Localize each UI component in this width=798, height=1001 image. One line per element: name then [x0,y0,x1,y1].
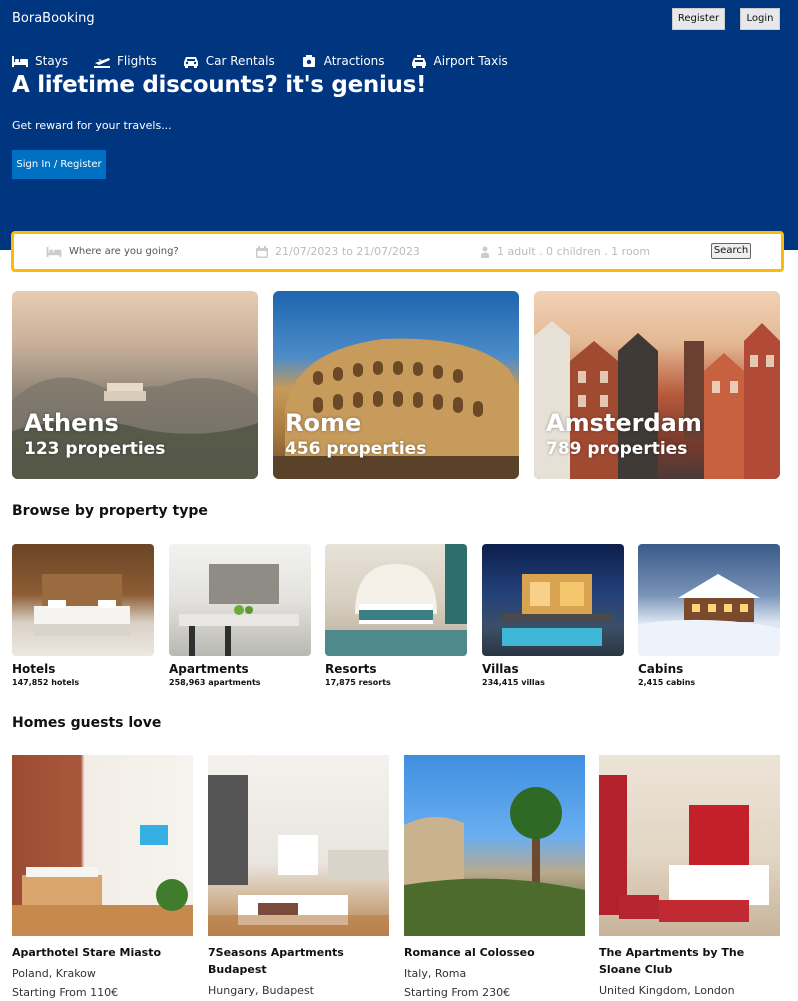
bed-icon [12,55,28,67]
city-properties: 789 properties [546,439,688,459]
main-nav: Stays Flights Car Rentals Atractions Air… [12,54,508,68]
section-title-property-types: Browse by property type [12,503,208,519]
city-caption: Amsterdam 789 properties [546,409,702,460]
property-type-cabins[interactable]: Cabins 2,415 cabins [638,544,780,687]
villas-photo [482,544,624,656]
property-type-count: 234,415 villas [482,678,545,687]
guests-selector[interactable]: 1 adult . 0 children . 1 room [480,234,650,269]
home-card[interactable]: Aparthotel Stare Miasto Poland, Krakow S… [12,755,193,999]
nav-label: Flights [117,54,157,68]
city-caption: Athens 123 properties [24,409,165,460]
plane-icon [94,57,111,68]
home-name: The Apartments by The Sloane Club [599,946,745,976]
taxi-icon [302,54,315,67]
site-logo[interactable]: BoraBooking [12,11,95,26]
property-type-count: 17,875 resorts [325,678,391,687]
property-type-hotels[interactable]: Hotels 147,852 hotels [12,544,154,687]
property-type-count: 258,963 apartments [169,678,261,687]
nav-label: Atractions [323,54,385,68]
home-photo [12,755,193,936]
home-photo [599,755,780,936]
property-type-name: Apartments [169,662,249,676]
property-type-name: Cabins [638,662,684,676]
hero-title: A lifetime discounts? it's genius! [12,72,427,98]
home-price: Starting From 110€ [12,986,119,999]
home-location: United Kingdom, London [599,984,735,997]
property-type-name: Resorts [325,662,377,676]
city-name: Athens [24,409,119,437]
property-type-resorts[interactable]: Resorts 17,875 resorts [325,544,467,687]
home-card[interactable]: Romance al Colosseo Italy, Roma Starting… [404,755,585,999]
nav-item-stays[interactable]: Stays [12,54,68,68]
city-name: Amsterdam [546,409,702,437]
city-name: Rome [285,409,362,437]
home-location: Hungary, Budapest [208,984,314,997]
home-name: 7Seasons Apartments Budapest [208,946,344,976]
city-caption: Rome 456 properties [285,409,426,460]
nav-label: Stays [35,54,69,68]
hotels-photo [12,544,154,656]
home-name: Aparthotel Stare Miasto [12,946,162,959]
nav-item-airport-taxis[interactable]: Airport Taxis [411,54,508,68]
cabins-photo [638,544,780,656]
guests-summary: 1 adult . 0 children . 1 room [497,245,651,258]
person-icon [481,246,489,258]
bed-icon [46,246,62,257]
sign-in-register-button[interactable]: Sign In / Register [12,150,106,179]
home-card[interactable]: 7Seasons Apartments Budapest Hungary, Bu… [208,755,389,1001]
destination-input[interactable]: Where are you going? [46,234,179,269]
apartments-photo [169,544,311,656]
taxi-icon [411,54,426,68]
home-card[interactable]: The Apartments by The Sloane Club United… [599,755,780,1001]
home-location: Italy, Roma [404,967,467,980]
search-bar: Where are you going? 21/07/2023 to 21/07… [11,231,784,272]
home-name: Romance al Colosseo [404,946,535,959]
city-card-athens[interactable]: Athens 123 properties [12,291,258,479]
login-button[interactable]: Login [740,8,780,30]
nav-label: Airport Taxis [433,54,508,68]
home-photo [208,755,389,936]
register-button[interactable]: Register [672,8,725,30]
home-photo [404,755,585,936]
hero-subtitle: Get reward for your travels... [12,119,172,132]
home-location: Poland, Krakow [12,967,96,980]
resorts-photo [325,544,467,656]
home-price: Starting From 230€ [404,986,511,999]
section-title-homes: Homes guests love [12,715,162,731]
property-type-count: 2,415 cabins [638,678,696,687]
city-card-rome[interactable]: Rome 456 properties [273,291,519,479]
property-type-count: 147,852 hotels [12,678,80,687]
date-picker[interactable]: 21/07/2023 to 21/07/2023 [256,234,420,269]
nav-label: Car Rentals [205,54,275,68]
city-properties: 456 properties [285,439,427,459]
hero-header: BoraBooking Register Login Stays Flights… [0,0,798,250]
date-range: 21/07/2023 to 21/07/2023 [275,245,420,258]
search-button[interactable]: Search [711,243,751,259]
car-icon [183,56,198,68]
nav-item-attractions[interactable]: Atractions [301,54,385,68]
property-type-name: Hotels [12,662,56,676]
property-type-villas[interactable]: Villas 234,415 villas [482,544,624,687]
city-properties: 123 properties [24,439,166,459]
destination-placeholder: Where are you going? [69,246,179,257]
city-card-amsterdam[interactable]: Amsterdam 789 properties [534,291,780,479]
calendar-icon [256,245,268,258]
nav-item-car-rentals[interactable]: Car Rentals [183,54,275,68]
property-type-name: Villas [482,662,519,676]
nav-item-flights[interactable]: Flights [94,54,157,68]
property-type-apartments[interactable]: Apartments 258,963 apartments [169,544,311,687]
